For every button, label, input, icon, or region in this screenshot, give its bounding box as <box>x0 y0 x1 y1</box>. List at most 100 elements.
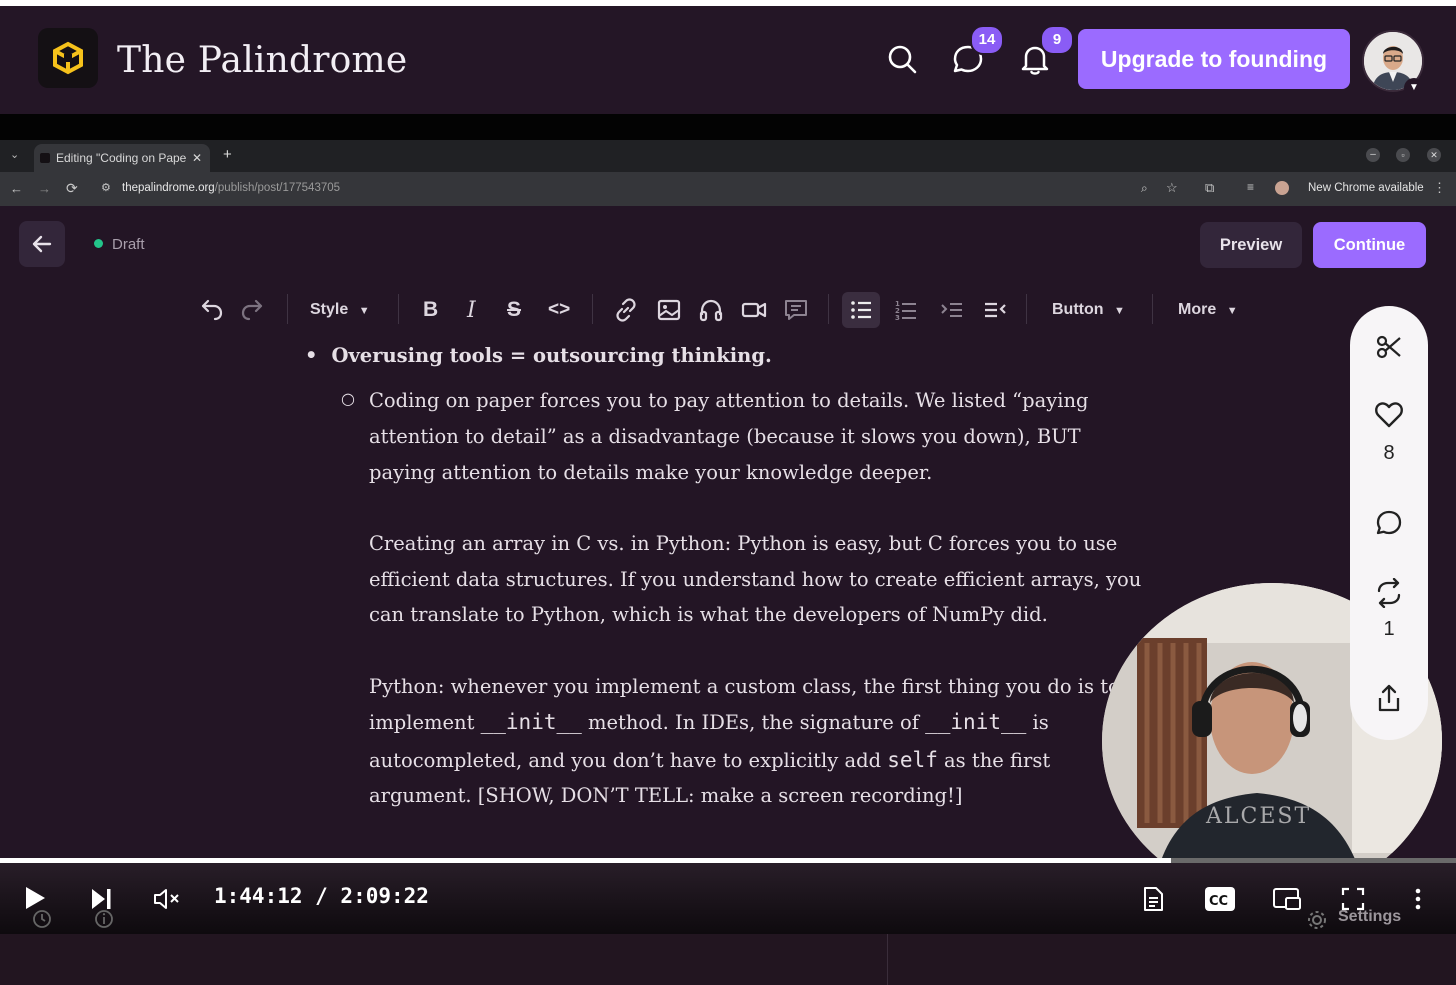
transcript-icon[interactable] <box>1141 885 1165 913</box>
toolbar-separator <box>1152 294 1153 324</box>
share-icon[interactable] <box>1375 683 1403 713</box>
list-item: • Overusing tools = outsourcing thinking. <box>305 344 772 367</box>
tab-close-icon[interactable]: ✕ <box>192 144 202 172</box>
messages-badge: 14 <box>970 25 1004 55</box>
zoom-icon[interactable]: ⌕ <box>1141 181 1148 196</box>
redo-icon[interactable] <box>240 296 266 324</box>
strikethrough-icon[interactable]: S <box>507 298 521 326</box>
restack-icon[interactable] <box>1374 578 1404 608</box>
tab-favicon-icon <box>40 153 50 163</box>
inline-code: self <box>887 748 938 772</box>
italic-icon[interactable]: I <box>467 298 476 326</box>
paragraph-line: autocompleted, and you don’t have to exp… <box>369 748 1050 772</box>
settings-label: Settings <box>1338 908 1402 925</box>
restore-icon[interactable]: ▫ <box>1396 148 1410 162</box>
more-vertical-icon[interactable] <box>1408 886 1428 912</box>
preview-button[interactable]: Preview <box>1200 222 1302 268</box>
browser-reload-icon[interactable]: ⟳ <box>66 180 78 197</box>
notifications-badge: 9 <box>1040 25 1074 55</box>
cc-icon[interactable]: CC <box>1204 885 1236 913</box>
site-info-icon[interactable]: ⚙ <box>101 181 111 194</box>
text-run: implement <box>369 711 481 734</box>
browser-forward-icon[interactable]: → <box>38 181 51 196</box>
page-footer-area <box>0 934 1456 985</box>
comment-bubble-icon[interactable] <box>1375 509 1403 537</box>
media-icon[interactable]: ≡ <box>1247 180 1254 194</box>
image-icon[interactable] <box>655 296 683 324</box>
miniplayer-icon[interactable] <box>1272 886 1302 912</box>
history-icon <box>33 910 51 928</box>
tab-search-icon[interactable]: ⌄ <box>10 148 19 161</box>
code-icon[interactable]: <> <box>548 299 570 327</box>
scissors-icon[interactable] <box>1375 333 1403 361</box>
chevron-down-icon: ▼ <box>358 305 370 317</box>
browser-tab-strip: ⌄ Editing "Coding on Pape ✕ + – ▫ ✕ <box>0 140 1456 172</box>
button-dropdown[interactable]: Button ▼ <box>1052 301 1125 329</box>
site-logo[interactable] <box>38 28 98 88</box>
new-tab-icon[interactable]: + <box>223 146 232 163</box>
browser-back-icon[interactable]: ← <box>10 181 23 196</box>
paragraph-line: Coding on paper forces you to pay attent… <box>369 389 1089 412</box>
upgrade-button[interactable]: Upgrade to founding <box>1078 29 1350 89</box>
action-rail: 8 1 <box>1350 306 1428 740</box>
minimize-icon[interactable]: – <box>1366 148 1380 162</box>
cube-logo-icon <box>53 41 83 75</box>
draft-status: Draft <box>94 236 145 253</box>
numbered-list-icon[interactable]: 123 <box>892 296 920 324</box>
text-run: is <box>1026 711 1049 734</box>
video-icon[interactable] <box>740 296 768 324</box>
text-run: method. In IDEs, the signature of <box>581 711 926 734</box>
browser-address-bar: ← → ⟳ ⚙ thepalindrome.org/publish/post/1… <box>0 172 1456 206</box>
chevron-down-icon: ▼ <box>1226 305 1238 317</box>
paragraph-line: efficient data structures. If you unders… <box>369 568 1142 591</box>
paragraph-line: can translate to Python, which is what t… <box>369 603 1048 626</box>
toolbar-separator <box>592 294 593 324</box>
bullet-dot: • <box>305 344 318 367</box>
toolbar-separator <box>287 294 288 324</box>
search-icon[interactable] <box>885 42 919 76</box>
extensions-icon[interactable]: ⧉ <box>1205 180 1214 196</box>
bookmark-star-icon[interactable]: ☆ <box>1166 180 1178 196</box>
outdent-icon[interactable] <box>981 296 1009 324</box>
indent-icon[interactable] <box>938 296 966 324</box>
chrome-update-notice[interactable]: New Chrome available <box>1308 182 1424 194</box>
more-dropdown[interactable]: More ▼ <box>1178 301 1238 329</box>
account-menu-caret[interactable]: ▼ <box>1404 78 1424 98</box>
bold-icon[interactable]: B <box>423 298 438 326</box>
button-label: Button <box>1052 301 1104 318</box>
text-run: as the first <box>937 749 1051 772</box>
bullet-list-button[interactable] <box>842 292 880 328</box>
toolbar-separator <box>1026 294 1027 324</box>
arrow-left-icon <box>32 235 52 253</box>
more-label: More <box>1178 301 1217 318</box>
url-field[interactable]: thepalindrome.org/publish/post/177543705 <box>122 182 340 194</box>
site-title[interactable]: The Palindrome <box>117 40 407 81</box>
mute-icon[interactable] <box>152 886 182 912</box>
bullet-list-icon <box>851 301 871 319</box>
draft-dot <box>94 239 103 248</box>
playback-time: 1:44:12 / 2:09:22 <box>214 884 429 908</box>
continue-button[interactable]: Continue <box>1313 222 1426 268</box>
undo-icon[interactable] <box>198 296 224 324</box>
link-icon[interactable] <box>612 296 640 324</box>
paragraph-line: implement __init__ method. In IDEs, the … <box>369 710 1049 734</box>
comment-icon[interactable] <box>782 296 810 324</box>
style-label: Style <box>310 301 349 318</box>
tab-title: Editing "Coding on Pape <box>56 151 187 165</box>
style-dropdown[interactable]: Style ▼ <box>310 301 370 329</box>
window-close-icon[interactable]: ✕ <box>1427 148 1441 162</box>
browser-tab[interactable]: Editing "Coding on Pape ✕ <box>34 144 210 172</box>
paragraph-line: attention to detail” as a disadvantage (… <box>369 425 1081 448</box>
like-count: 8 <box>1383 442 1395 464</box>
chevron-down-icon: ▼ <box>1113 305 1125 317</box>
chrome-menu-icon[interactable]: ⋮ <box>1433 180 1446 196</box>
back-button[interactable] <box>19 221 65 267</box>
inline-code: __init__ <box>925 710 1027 734</box>
sub-bullet-circle: ○ <box>341 389 355 408</box>
heart-icon[interactable] <box>1374 401 1404 429</box>
inline-code: __init__ <box>480 710 582 734</box>
progress-played <box>0 858 1171 863</box>
draft-label: Draft <box>112 236 145 253</box>
profile-avatar[interactable] <box>1275 181 1289 195</box>
headphones-icon[interactable] <box>697 296 725 324</box>
